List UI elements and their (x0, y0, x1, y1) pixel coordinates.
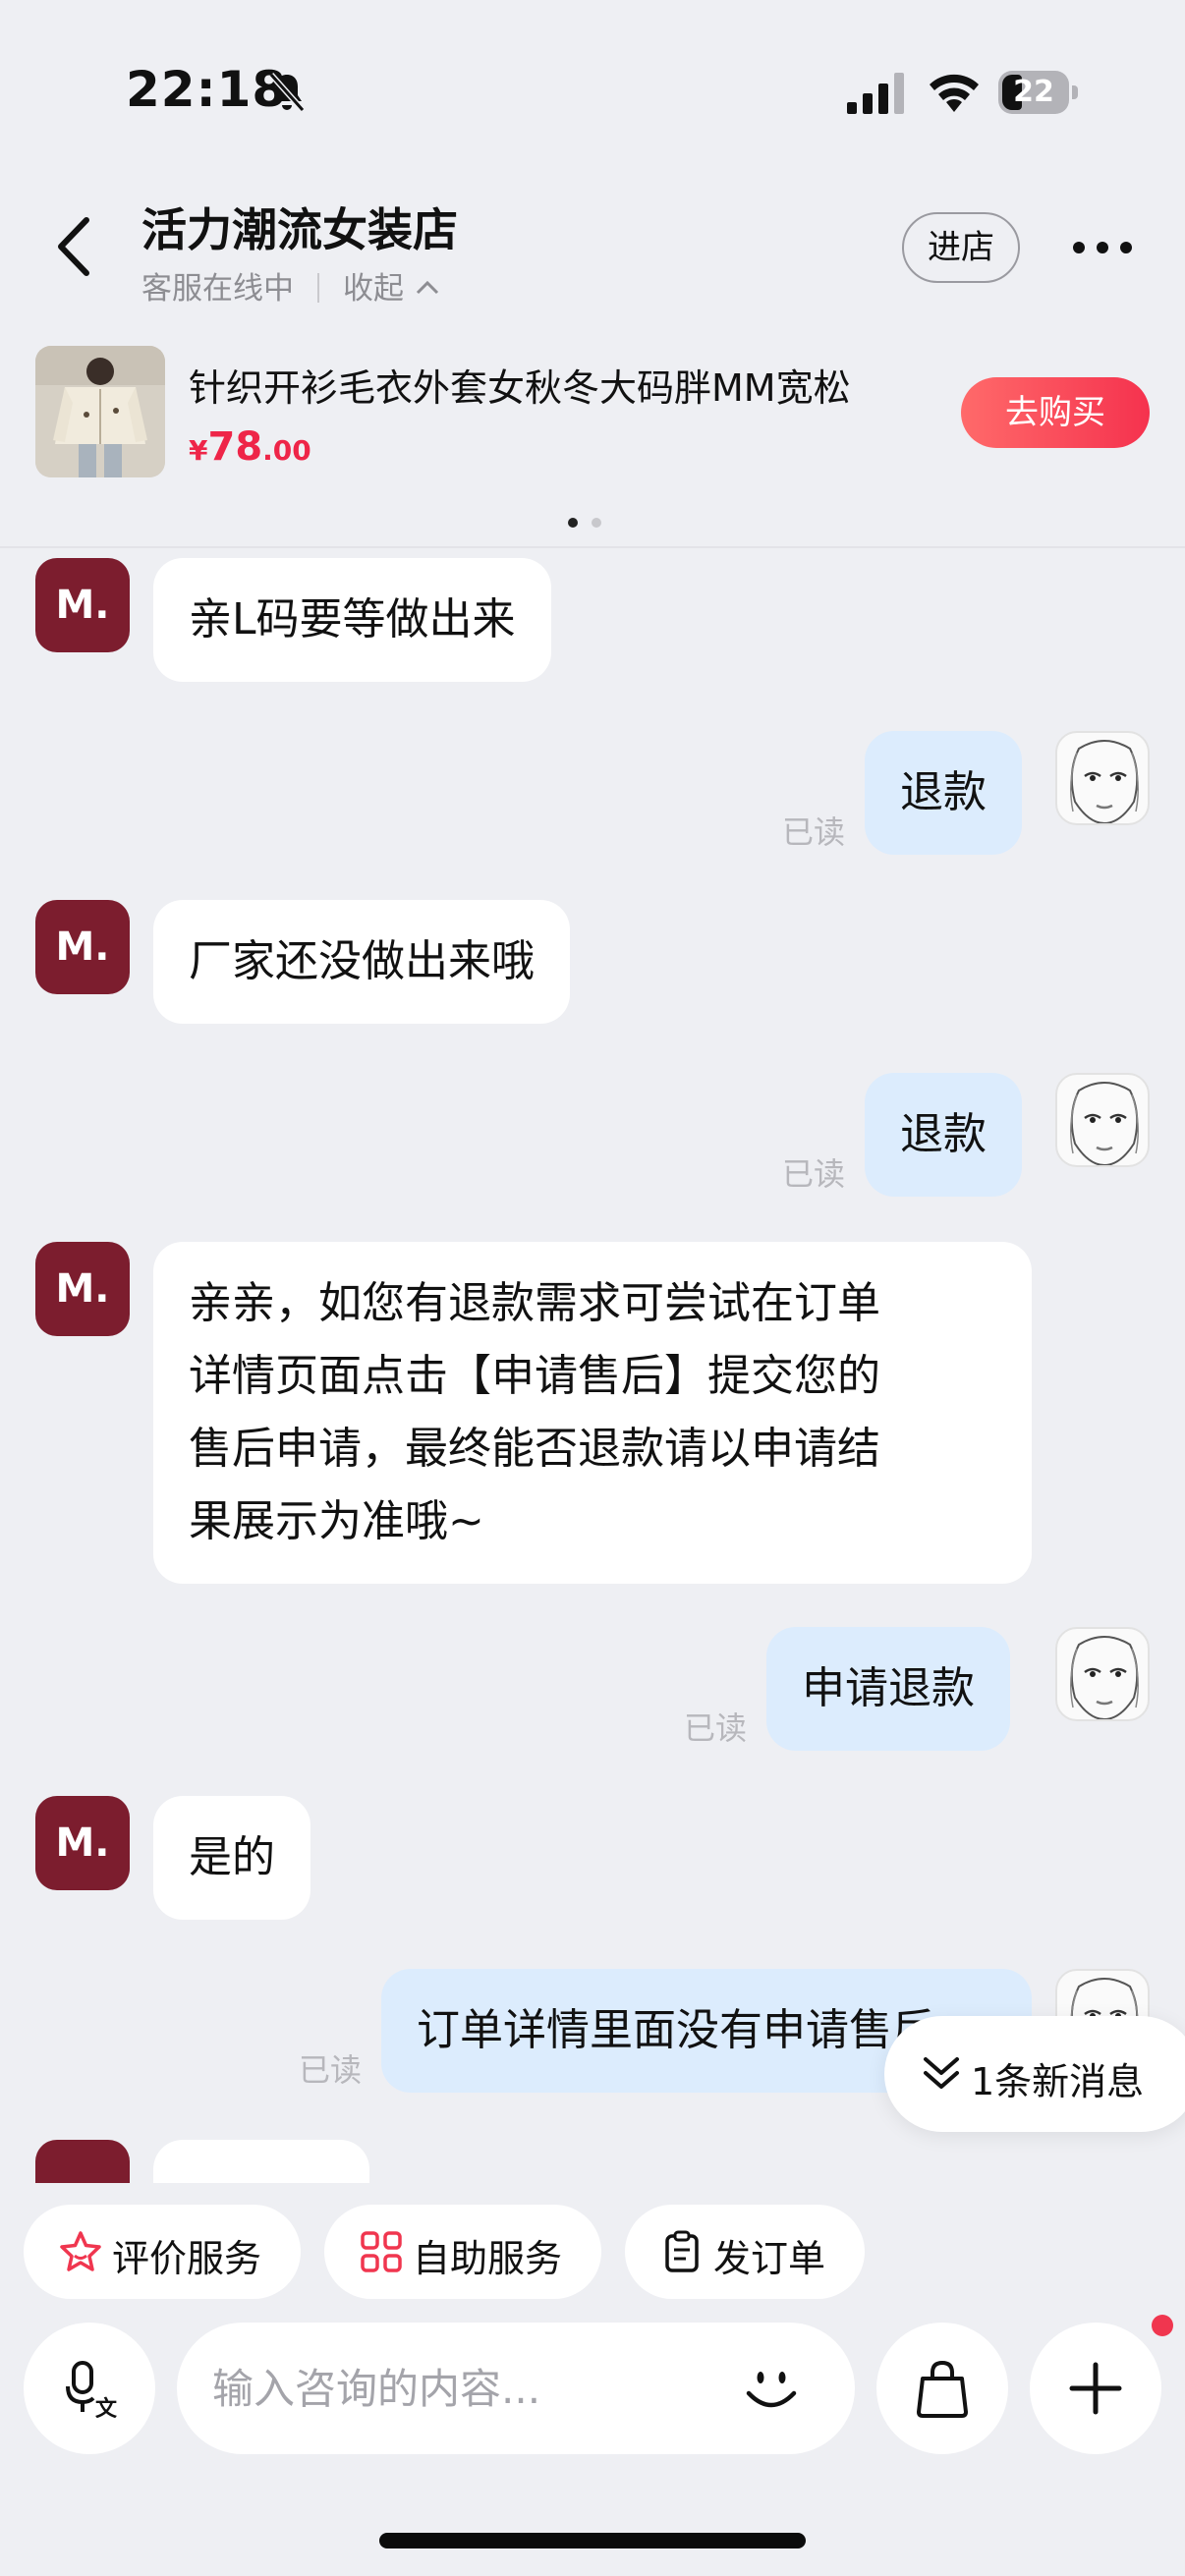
merchant-avatar[interactable] (35, 2140, 130, 2183)
page-dot (592, 518, 601, 528)
home-indicator[interactable] (379, 2533, 806, 2548)
new-messages-label: 1条新消息 (971, 2060, 1145, 2103)
incoming-message-bubble[interactable] (153, 2140, 369, 2183)
rate-service-label: 评价服务 (112, 2237, 262, 2280)
notification-dot (1152, 2315, 1173, 2336)
more-horizontal-icon[interactable] (1071, 234, 1134, 261)
message-line: 果展示为准哦~ (189, 1496, 484, 1546)
wifi-icon (930, 74, 979, 112)
read-receipt: 已读 (299, 2051, 363, 2089)
plus-icon (1069, 2362, 1122, 2415)
cellular-signal-icon (847, 73, 904, 114)
read-receipt: 已读 (782, 813, 846, 851)
back-arrow-icon[interactable] (51, 212, 100, 281)
star-icon (60, 2231, 101, 2271)
merchant-avatar[interactable]: M. (35, 900, 130, 994)
clipboard-icon (665, 2230, 699, 2272)
incoming-message-bubble[interactable]: 是的 (153, 1796, 310, 1920)
outgoing-message-bubble[interactable]: 申请退款 (766, 1627, 1010, 1751)
message-input-container[interactable] (177, 2323, 855, 2454)
price-integer: 78 (207, 424, 263, 470)
incoming-message-bubble[interactable]: 亲L码要等做出来 (153, 558, 551, 682)
user-avatar[interactable] (1055, 1627, 1150, 1721)
price-decimal: .00 (262, 434, 311, 467)
shop-name[interactable]: 活力潮流女装店 (141, 195, 458, 259)
page-dot-active (568, 518, 578, 528)
user-avatar[interactable] (1055, 731, 1150, 825)
shopping-bag-icon (917, 2360, 968, 2418)
send-order-label: 发订单 (713, 2237, 826, 2280)
product-price: ¥78.00 (189, 424, 311, 470)
read-receipt: 已读 (782, 1155, 846, 1193)
incoming-message-bubble[interactable]: 厂家还没做出来哦 (153, 900, 570, 1024)
service-status-row: 客服在线中 收起 (141, 263, 441, 308)
divider (317, 273, 319, 303)
read-receipt: 已读 (684, 1709, 748, 1747)
status-bar: 22:18 22 (0, 0, 1185, 147)
battery-icon: 22 (998, 71, 1078, 114)
send-order-button[interactable]: 发订单 (625, 2205, 865, 2299)
service-status: 客服在线中 (141, 271, 294, 307)
collapse-label: 收起 (343, 271, 404, 307)
outgoing-message-bubble[interactable]: 退款 (865, 731, 1022, 855)
merchant-avatar[interactable]: M. (35, 1796, 130, 1890)
product-thumbnail[interactable] (35, 346, 165, 477)
emoji-icon[interactable] (735, 2352, 808, 2425)
price-currency: ¥ (189, 434, 208, 467)
shopping-bag-button[interactable] (876, 2323, 1008, 2454)
outgoing-message-bubble[interactable]: 退款 (865, 1073, 1022, 1197)
merchant-avatar[interactable]: M. (35, 1242, 130, 1336)
message-line: 亲亲，如您有退款需求可尝试在订单 (189, 1278, 880, 1328)
product-title[interactable]: 针织开衫毛衣外套女秋冬大码胖MM宽松 (189, 358, 896, 412)
voice-input-button[interactable]: 文 (24, 2323, 155, 2454)
collapse-toggle[interactable]: 收起 (343, 271, 441, 307)
buy-button[interactable]: 去购买 (961, 377, 1150, 448)
merchant-avatar[interactable]: M. (35, 558, 130, 652)
bell-muted-icon (268, 73, 306, 112)
more-actions-button[interactable] (1030, 2323, 1161, 2454)
message-line: 售后申请，最终能否退款请以申请结 (189, 1424, 880, 1474)
self-service-label: 自助服务 (413, 2237, 563, 2280)
self-service-button[interactable]: 自助服务 (324, 2205, 601, 2299)
double-chevron-down-icon (924, 2057, 959, 2089)
chat-message-list[interactable]: M. 亲L码要等做出来 已读 退款 M. 厂家还没做出来哦 已读 退款 M. 亲… (0, 548, 1185, 2183)
new-messages-button[interactable]: 1条新消息 (884, 2016, 1185, 2132)
rate-service-button[interactable]: 评价服务 (24, 2205, 301, 2299)
microphone-translate-icon: 文 (66, 2361, 118, 2418)
battery-level: 22 (1013, 75, 1054, 109)
message-input[interactable] (212, 2352, 723, 2425)
svg-text:文: 文 (95, 2396, 118, 2418)
carousel-page-indicator (568, 513, 615, 532)
chevron-up-icon (416, 280, 439, 295)
incoming-message-bubble[interactable]: 亲亲，如您有退款需求可尝试在订单 详情页面点击【申请售后】提交您的 售后申请，最… (153, 1242, 1032, 1584)
grid-icon (361, 2231, 402, 2272)
enter-shop-button[interactable]: 进店 (902, 212, 1020, 283)
message-line: 详情页面点击【申请售后】提交您的 (189, 1351, 880, 1401)
user-avatar[interactable] (1055, 1073, 1150, 1167)
